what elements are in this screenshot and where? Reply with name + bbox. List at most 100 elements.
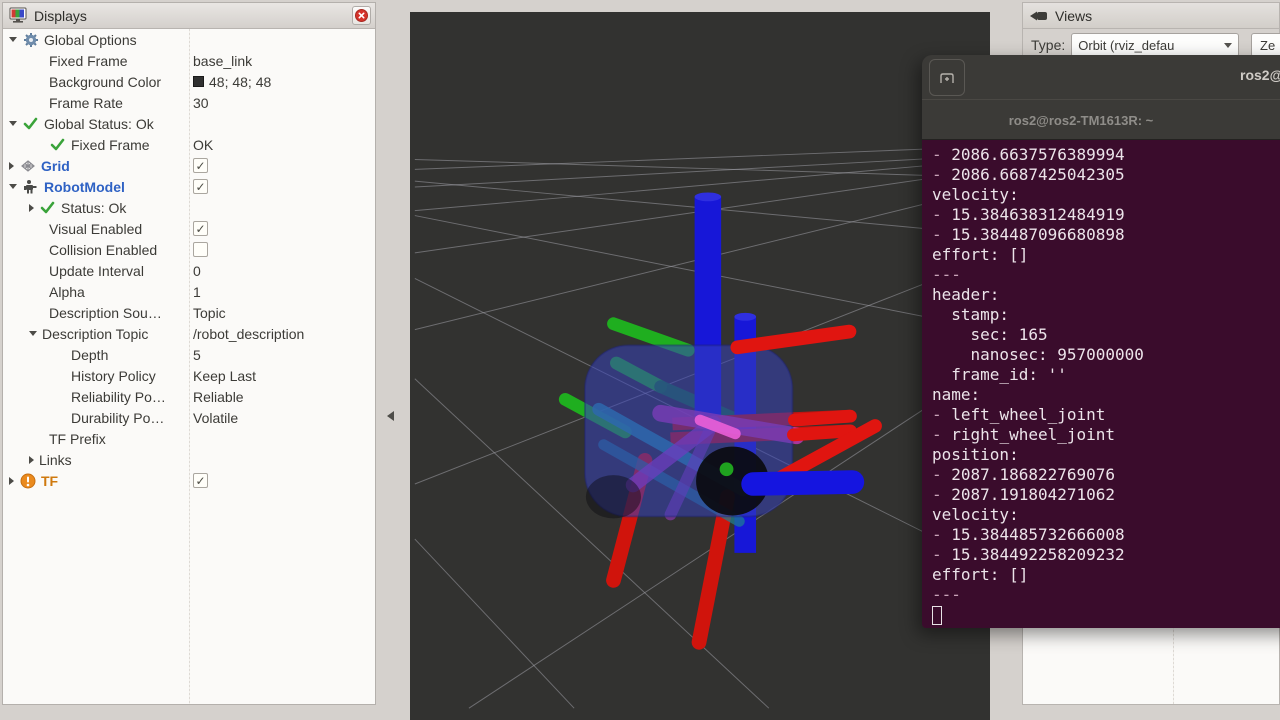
display-row-fixed-frame[interactable]: Fixed FrameOK [3,134,375,155]
property-label: Durability Po… [71,410,164,426]
terminal-line: nanosec: 957000000 [932,345,1280,365]
property-label: Depth [71,347,108,363]
display-row-durability-po[interactable]: Durability Po… Volatile [3,407,375,428]
panel-collapse-arrow-icon[interactable] [387,411,394,421]
3d-viewport[interactable] [410,12,990,720]
expand-collapsearrow-icon[interactable] [9,184,17,189]
property-value[interactable]: Reliable [193,386,244,407]
property-value[interactable]: 48; 48; 48 [193,71,271,92]
display-row-alpha[interactable]: Alpha1 [3,281,375,302]
expand-arrow-icon[interactable] [29,204,34,212]
checkbox[interactable] [193,242,208,257]
expand-collapsearrow-icon[interactable] [9,37,17,42]
display-row-global-status-ok[interactable]: Global Status: Ok [3,113,375,134]
zero-button[interactable]: Ze [1251,33,1280,57]
expand-arrow-icon[interactable] [9,477,14,485]
color-swatch [193,76,204,87]
robot-model-scene [410,12,990,720]
displays-tree: Global Options Fixed Frame base_linkBackgr… [3,29,375,704]
terminal-line: - 15.384638312484919 [932,205,1280,225]
view-type-value: Orbit (rviz_defau [1078,38,1174,53]
checkbox[interactable] [193,221,208,236]
display-row-grid[interactable]: Grid [3,155,375,176]
terminal-line: effort: [] [932,565,1280,585]
property-label: Visual Enabled [49,221,142,237]
display-row-robotmodel[interactable]: RobotModel [3,176,375,197]
terminal-window: ros2@ ros2@ros2-TM1613R: ~ - 2086.663757… [922,55,1280,628]
terminal-line: effort: [] [932,245,1280,265]
terminal-line: --- [932,265,1280,285]
display-row-status-ok[interactable]: Status: Ok [3,197,375,218]
display-row-tf[interactable]: TF [3,470,375,491]
check-icon [22,116,39,132]
display-row-visual-enabled[interactable]: Visual Enabled [3,218,375,239]
property-label: Description Sou… [49,305,162,321]
display-row-frame-rate[interactable]: Frame Rate 30 [3,92,375,113]
display-row-description-topic[interactable]: Description Topic/robot_description [3,323,375,344]
terminal-line: - 2087.186822769076 [932,465,1280,485]
display-row-fixed-frame[interactable]: Fixed Frame base_link [3,50,375,71]
property-value[interactable]: 0 [193,260,201,281]
gear-icon [22,32,39,48]
expand-collapsearrow-icon[interactable] [29,331,37,336]
warning-icon [19,473,36,489]
property-value[interactable]: Topic [193,302,226,323]
displays-panel-title: Displays [34,8,87,24]
chevron-down-icon [1224,43,1232,48]
display-row-tf-prefix[interactable]: TF Prefix [3,428,375,449]
displays-panel-close-button[interactable] [352,6,371,25]
terminal-line: - right_wheel_joint [932,425,1280,445]
property-label: Global Options [44,32,137,48]
property-value[interactable] [193,176,208,197]
display-row-history-policy[interactable]: History PolicyKeep Last [3,365,375,386]
terminal-line: header: [932,285,1280,305]
checkbox[interactable] [193,179,208,194]
property-value[interactable]: Keep Last [193,365,256,386]
property-label: Description Topic [42,326,148,342]
displays-icon [9,7,28,24]
terminal-titlebar[interactable]: ros2@ [922,55,1280,100]
display-row-global-options[interactable]: Global Options [3,29,375,50]
property-value[interactable]: OK [193,134,213,155]
property-value[interactable]: 1 [193,281,201,302]
property-label: Fixed Frame [49,53,128,69]
terminal-line: frame_id: '' [932,365,1280,385]
display-row-description-sou[interactable]: Description Sou… Topic [3,302,375,323]
property-value[interactable]: 30 [193,92,209,113]
displays-panel: Displays Global Options Fixed Frame base_l… [2,2,376,705]
display-row-depth[interactable]: Depth 5 [3,344,375,365]
property-label: Grid [41,158,70,174]
terminal-line: velocity: [932,185,1280,205]
property-value[interactable]: /robot_description [193,323,304,344]
property-value[interactable]: 5 [193,344,201,365]
checkbox[interactable] [193,158,208,173]
expand-collapsearrow-icon[interactable] [9,121,17,126]
terminal-output[interactable]: - 2086.6637576389994- 2086.6687425042305… [922,140,1280,628]
property-value[interactable] [193,218,208,239]
property-label: Frame Rate [49,95,123,111]
checkbox[interactable] [193,473,208,488]
display-row-collision-enabled[interactable]: Collision Enabled [3,239,375,260]
property-label: Update Interval [49,263,144,279]
displays-panel-header[interactable]: Displays [3,3,375,29]
display-row-update-interval[interactable]: Update Interval 0 [3,260,375,281]
views-panel-header[interactable]: Views [1023,3,1279,29]
display-row-links[interactable]: Links [3,449,375,470]
terminal-window-title: ros2@ [1240,67,1280,83]
terminal-line: position: [932,445,1280,465]
property-value[interactable] [193,239,208,260]
property-value[interactable] [193,470,208,491]
property-value[interactable]: Volatile [193,407,238,428]
new-tab-button[interactable] [929,59,965,96]
property-value[interactable]: base_link [193,50,252,71]
rviz-window: Displays Global Options Fixed Frame base_l… [0,0,1280,720]
expand-arrow-icon[interactable] [9,162,14,170]
expand-arrow-icon[interactable] [29,456,34,464]
property-value[interactable] [193,155,208,176]
display-row-reliability-po[interactable]: Reliability Po…Reliable [3,386,375,407]
terminal-line: - 15.384487096680898 [932,225,1280,245]
view-type-dropdown[interactable]: Orbit (rviz_defau [1071,33,1239,57]
terminal-tab[interactable]: ros2@ros2-TM1613R: ~ [922,100,1240,140]
display-row-background-color[interactable]: Background Color48; 48; 48 [3,71,375,92]
terminal-line: stamp: [932,305,1280,325]
